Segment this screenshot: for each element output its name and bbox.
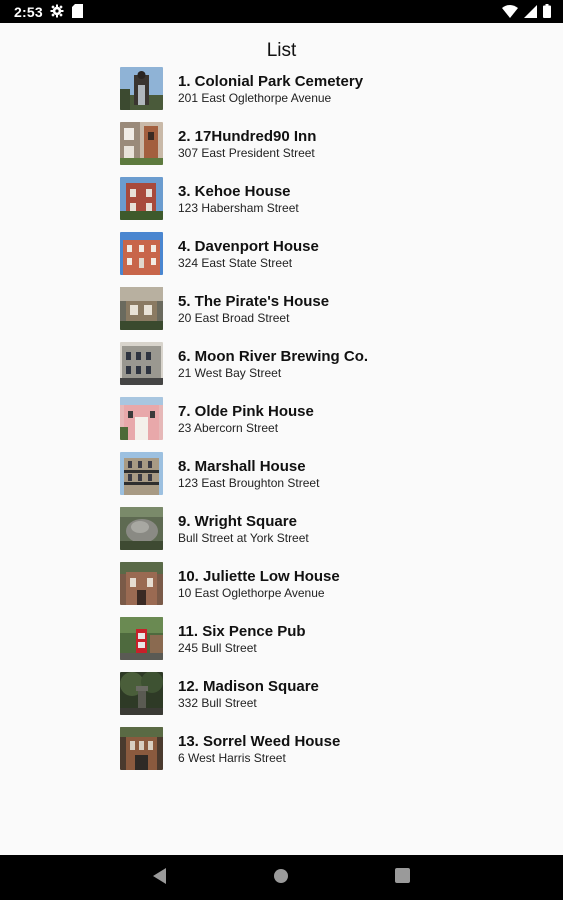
item-title: 13. Sorrel Weed House [178,733,341,750]
list-item[interactable]: 13. Sorrel Weed House 6 West Harris Stre… [120,727,540,770]
list-item[interactable]: 3. Kehoe House 123 Habersham Street [120,177,540,220]
status-right-icons [502,4,551,23]
item-title: 10. Juliette Low House [178,568,340,585]
status-bar: 2:53 [0,0,563,23]
item-address: 324 East State Street [178,256,293,270]
places-list: 1. Colonial Park Cemetery 201 East Oglet… [120,67,540,782]
list-item[interactable]: 7. Olde Pink House 23 Abercorn Street [120,397,540,440]
item-address: 123 Habersham Street [178,201,299,215]
list-item[interactable]: 12. Madison Square 332 Bull Street [120,672,540,715]
list-item[interactable]: 10. Juliette Low House 10 East Oglethorp… [120,562,540,605]
thumbnail-image [120,452,163,495]
item-address: 10 East Oglethorpe Avenue [178,586,325,600]
item-title: 3. Kehoe House [178,183,291,200]
item-address: 21 West Bay Street [178,366,282,380]
item-address: 123 East Broughton Street [178,476,320,490]
navigation-bar [0,855,563,900]
item-title: 8. Marshall House [178,458,306,475]
status-time: 2:53 [14,4,43,20]
thumbnail-image [120,67,163,110]
thumbnail-image [120,727,163,770]
list-item[interactable]: 9. Wright Square Bull Street at York Str… [120,507,540,550]
item-title: 12. Madison Square [178,678,319,695]
thumbnail-image [120,177,163,220]
item-title: 1. Colonial Park Cemetery [178,73,364,90]
wifi-icon [502,4,518,23]
item-address: Bull Street at York Street [178,531,309,545]
item-title: 6. Moon River Brewing Co. [178,348,369,365]
settings-icon [50,4,64,23]
thumbnail-image [120,397,163,440]
item-title: 4. Davenport House [178,238,319,255]
list-item[interactable]: 2. 17Hundred90 Inn 307 East President St… [120,122,540,165]
item-title: 5. The Pirate's House [178,293,330,310]
thumbnail-image [120,507,163,550]
back-icon [153,867,167,889]
item-address: 6 West Harris Street [178,751,286,765]
item-address: 245 Bull Street [178,641,257,655]
thumbnail-image [120,287,163,330]
thumbnail-image [120,232,163,275]
list-item[interactable]: 8. Marshall House 123 East Broughton Str… [120,452,540,495]
item-address: 332 Bull Street [178,696,257,710]
thumbnail-image [120,122,163,165]
item-title: 2. 17Hundred90 Inn [178,128,317,145]
battery-icon [543,4,551,23]
thumbnail-image [120,342,163,385]
item-title: 7. Olde Pink House [178,403,314,420]
item-address: 23 Abercorn Street [178,421,279,435]
item-title: 9. Wright Square [178,513,297,530]
item-address: 201 East Oglethorpe Avenue [178,91,332,105]
status-left-icons [50,4,83,23]
list-item[interactable]: 6. Moon River Brewing Co. 21 West Bay St… [120,342,540,385]
sd-card-icon [72,4,83,23]
list-item[interactable]: 4. Davenport House 324 East State Street [120,232,540,275]
page-title: List [266,40,297,61]
thumbnail-image [120,672,163,715]
signal-icon [524,4,537,23]
thumbnail-image [120,617,163,660]
list-item[interactable]: 1. Colonial Park Cemetery 201 East Oglet… [120,67,540,110]
list-item[interactable]: 11. Six Pence Pub 245 Bull Street [120,617,540,660]
thumbnail-image [120,562,163,605]
item-title: 11. Six Pence Pub [178,623,306,640]
item-address: 307 East President Street [178,146,315,160]
back-button[interactable] [150,867,170,889]
recents-icon [394,868,410,888]
home-button[interactable] [271,868,291,888]
recents-button[interactable] [392,868,412,888]
item-address: 20 East Broad Street [178,311,290,325]
home-icon [273,868,289,889]
list-item[interactable]: 5. The Pirate's House 20 East Broad Stre… [120,287,540,330]
